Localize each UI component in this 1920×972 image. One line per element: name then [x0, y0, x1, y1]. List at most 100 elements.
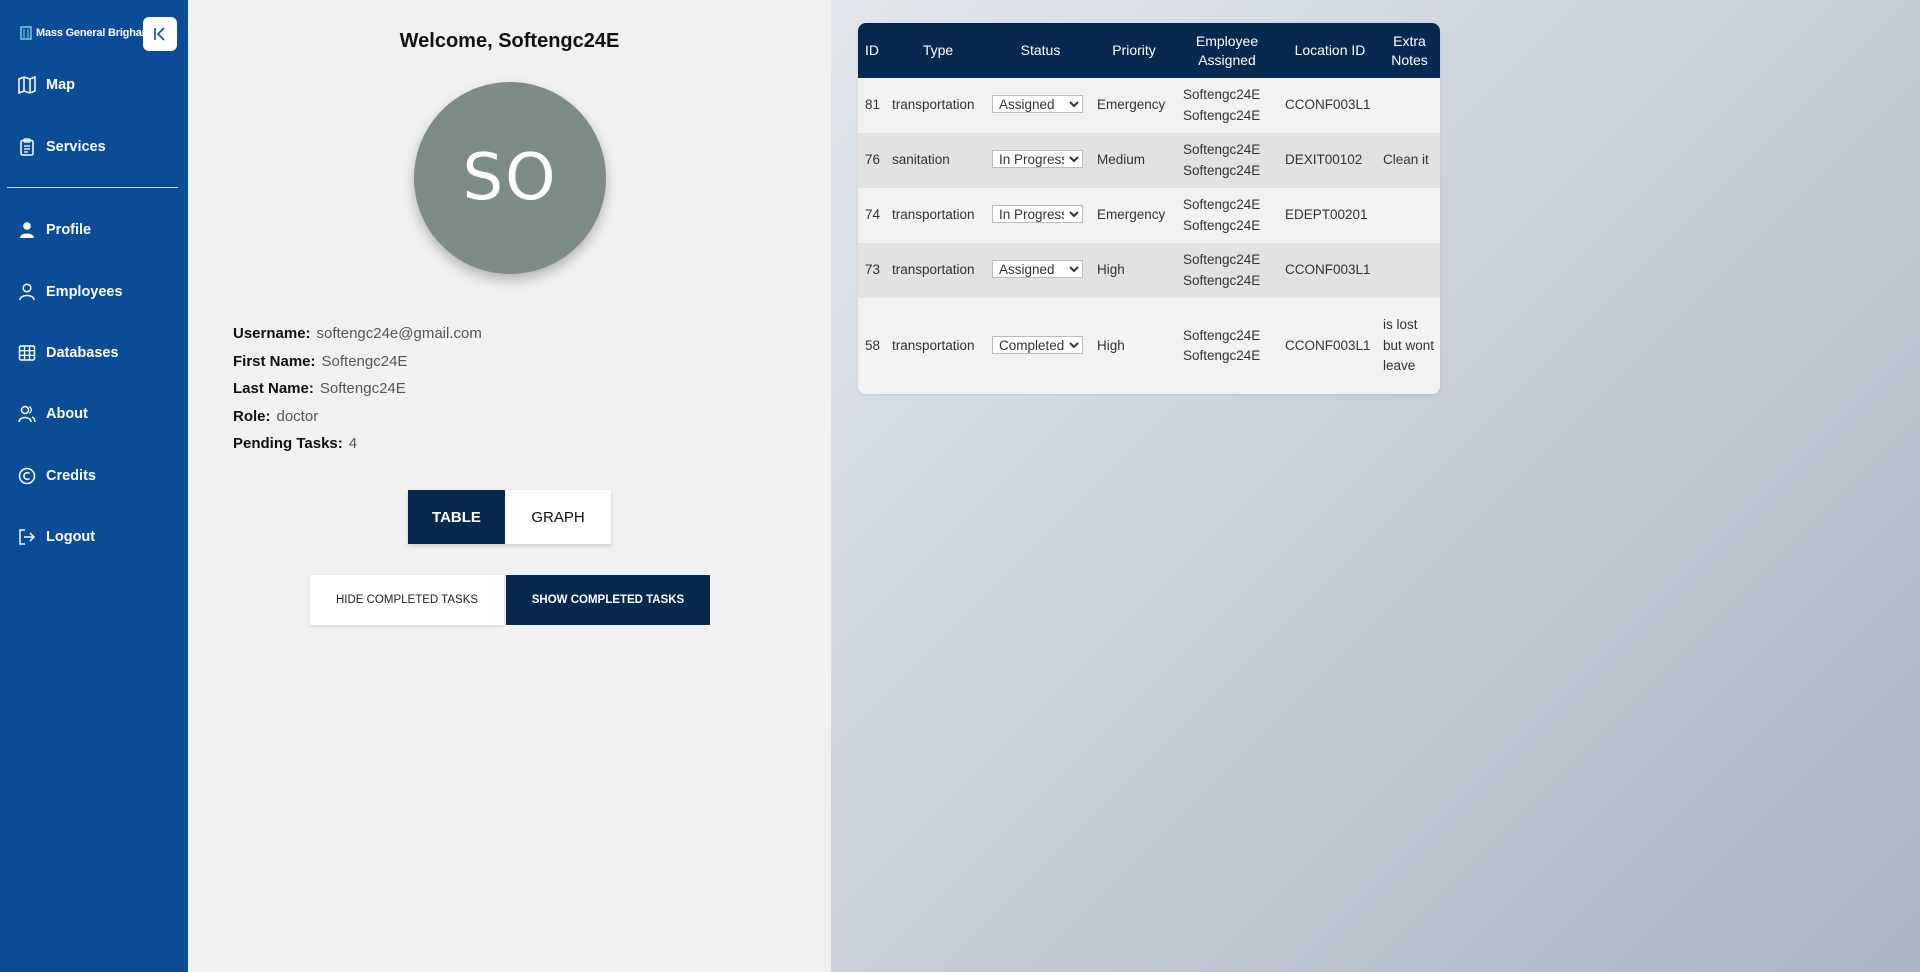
table-view-button[interactable]: TABLE [408, 490, 505, 544]
first-name-value: Softengc24E [321, 352, 408, 370]
employee-name: Softengc24E [1183, 107, 1261, 123]
role-value: doctor [276, 407, 319, 425]
status-select[interactable]: AssignedIn ProgressCompleted [992, 205, 1083, 224]
sidebar-item-label: Map [46, 77, 75, 93]
header-location: Location ID [1294, 42, 1366, 58]
collapse-left-icon [154, 27, 165, 41]
cell-location: EDEPT00201 [1285, 207, 1368, 223]
cell-employee: Softengc24E Softengc24E [1175, 188, 1275, 243]
sidebar-item-label: Services [46, 139, 106, 155]
header-notes: Extra Notes [1391, 32, 1428, 68]
sidebar-item-services[interactable]: Services [18, 135, 106, 159]
last-name-row: Last Name: Softengc24E [233, 378, 482, 406]
field-label: Username: [233, 325, 311, 342]
cell-status: AssignedIn ProgressCompleted [988, 133, 1093, 188]
cell-id: 74 [865, 207, 881, 223]
brand-name: Mass General Brigham [36, 27, 152, 39]
cell-location: CCONF003L1 [1285, 337, 1371, 353]
first-name-row: First Name: Softengc24E [233, 351, 482, 379]
sidebar-item-about[interactable]: About [18, 402, 88, 426]
cell-id: 76 [865, 152, 881, 168]
cell-priority: Emergency [1097, 97, 1166, 113]
employee-name: Softengc24E [1183, 162, 1261, 178]
brand-logo: Mass General Brigham [20, 26, 151, 40]
nav-divider [7, 187, 178, 188]
table-row: 73 transportation AssignedIn ProgressCom… [858, 243, 1440, 298]
cell-status: AssignedIn ProgressCompleted [988, 243, 1093, 298]
sidebar-item-map[interactable]: Map [18, 73, 75, 97]
avatar: SO [414, 82, 606, 274]
sidebar-item-logout[interactable]: Logout [18, 525, 95, 549]
field-label: Last Name: [233, 380, 314, 397]
cell-notes [1379, 188, 1440, 243]
cell-priority: High [1097, 337, 1125, 353]
collapse-sidebar-button[interactable] [143, 17, 177, 51]
employee-name: Softengc24E [1183, 348, 1261, 363]
cell-status: AssignedIn ProgressCompleted [988, 78, 1093, 133]
hospital-logo-icon [20, 26, 32, 40]
cell-location: CCONF003L1 [1285, 97, 1371, 113]
cell-priority: High [1097, 262, 1125, 278]
clipboard-icon [20, 138, 34, 156]
sidebar-item-credits[interactable]: Credits [18, 464, 96, 488]
cell-priority: Medium [1097, 152, 1146, 168]
table-row: 58 transportation AssignedIn ProgressCom… [858, 298, 1440, 394]
employee-name: Softengc24E [1183, 217, 1261, 233]
username-value: softengc24e@gmail.com [316, 325, 482, 342]
profile-panel: Welcome, Softengc24E SO Username: softeng… [188, 0, 831, 972]
sidebar-item-label: Profile [46, 222, 92, 238]
header-priority: Priority [1112, 42, 1156, 58]
cell-type: transportation [892, 337, 975, 353]
status-select[interactable]: AssignedIn ProgressCompleted [992, 150, 1083, 169]
view-toggle: TABLE GRAPH [408, 490, 611, 544]
hide-completed-button[interactable]: HIDE COMPLETED TASKS [310, 575, 504, 625]
cell-id: 73 [865, 262, 881, 278]
task-table: ID Type Status Priority Employee Assigne… [858, 23, 1440, 394]
main-area: ID Type Status Priority Employee Assigne… [831, 0, 1920, 972]
status-select[interactable]: AssignedIn ProgressCompleted [992, 95, 1083, 114]
employee-name: Softengc24E [1183, 142, 1261, 157]
cell-type: transportation [892, 207, 975, 223]
cell-status: AssignedIn ProgressCompleted [988, 298, 1093, 394]
cell-employee: Softengc24E Softengc24E [1175, 133, 1275, 188]
cell-location: DEXIT00102 [1285, 152, 1363, 168]
header-employee: Employee Assigned [1195, 32, 1259, 68]
cell-id: 58 [865, 337, 881, 353]
cell-type: transportation [892, 97, 975, 113]
pending-tasks-value: 4 [348, 435, 358, 452]
field-label: Role: [233, 407, 271, 425]
cell-location: CCONF003L1 [1285, 262, 1371, 278]
cell-status: AssignedIn ProgressCompleted [988, 188, 1093, 243]
employee-name: Softengc24E [1183, 252, 1261, 267]
user-icon [20, 222, 34, 238]
table-row: 81 transportation AssignedIn ProgressCom… [858, 78, 1440, 133]
sidebar-item-label: Credits [46, 468, 96, 484]
table-icon [18, 345, 36, 361]
header-id: ID [865, 42, 879, 58]
cell-employee: Softengc24E Softengc24E [1175, 298, 1275, 394]
employee-name: Softengc24E [1183, 197, 1261, 212]
cell-type: sanitation [892, 152, 950, 168]
status-select[interactable]: AssignedIn ProgressCompleted [992, 335, 1083, 354]
cell-employee: Softengc24E Softengc24E [1175, 78, 1275, 133]
sidebar-item-profile[interactable]: Profile [18, 218, 91, 242]
show-completed-button[interactable]: SHOW COMPLETED TASKS [506, 575, 710, 625]
cell-notes [1379, 243, 1440, 298]
sidebar-item-employees[interactable]: Employees [18, 280, 123, 304]
employee-name: Softengc24E [1183, 87, 1261, 102]
header-type: Type [922, 42, 954, 58]
table-header-row: ID Type Status Priority Employee Assigne… [858, 23, 1440, 78]
person-icon [19, 283, 35, 301]
sidebar-item-databases[interactable]: Databases [18, 341, 119, 365]
sidebar-item-label: Databases [46, 345, 119, 361]
role-row: Role: doctor [233, 406, 482, 434]
cell-id: 81 [865, 97, 881, 113]
welcome-heading: Welcome, Softengc24E [399, 30, 620, 52]
users-icon [18, 405, 36, 423]
status-select[interactable]: AssignedIn ProgressCompleted [992, 260, 1083, 279]
sidebar-item-label: Logout [46, 529, 96, 545]
graph-view-button[interactable]: GRAPH [505, 490, 611, 544]
last-name-value: Softengc24E [319, 380, 406, 397]
sidebar-item-label: Employees [46, 284, 123, 300]
pending-tasks-row: Pending Tasks: 4 [233, 433, 482, 461]
